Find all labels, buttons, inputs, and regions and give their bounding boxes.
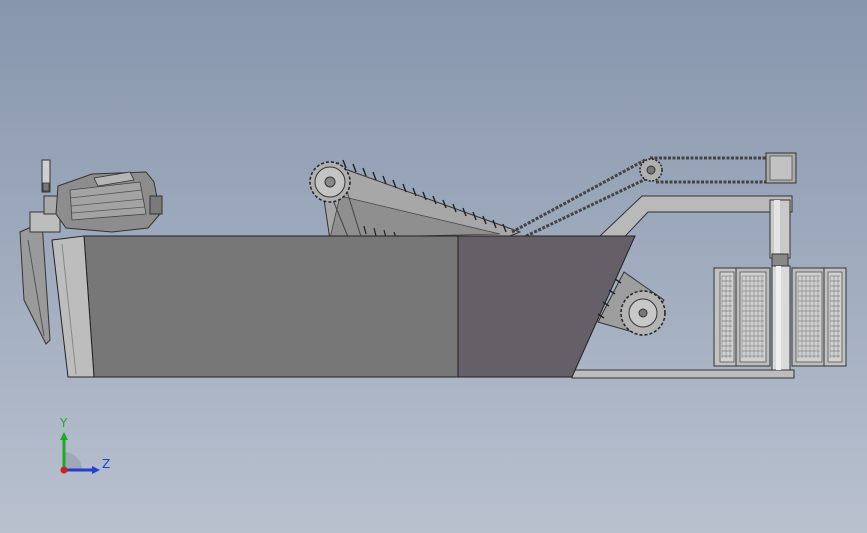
inclined-conveyor[interactable] — [309, 159, 522, 243]
filter-block-icon[interactable] — [713, 265, 847, 371]
z-axis-head — [92, 466, 100, 474]
sprocket-icon — [620, 290, 666, 336]
base-rail — [571, 369, 795, 379]
tank-front-section — [83, 235, 459, 378]
motor-coupling — [29, 211, 61, 233]
y-axis-label: Y — [59, 416, 68, 430]
sprocket-icon — [309, 161, 351, 203]
x-axis-dot — [60, 466, 68, 474]
orientation-triad: Y Z — [59, 416, 110, 474]
tank[interactable] — [51, 235, 636, 378]
z-axis-label: Z — [102, 457, 110, 471]
sprocket-icon — [639, 158, 663, 182]
graphics-viewport[interactable]: Y Z — [0, 0, 867, 533]
y-axis-head — [60, 432, 68, 440]
